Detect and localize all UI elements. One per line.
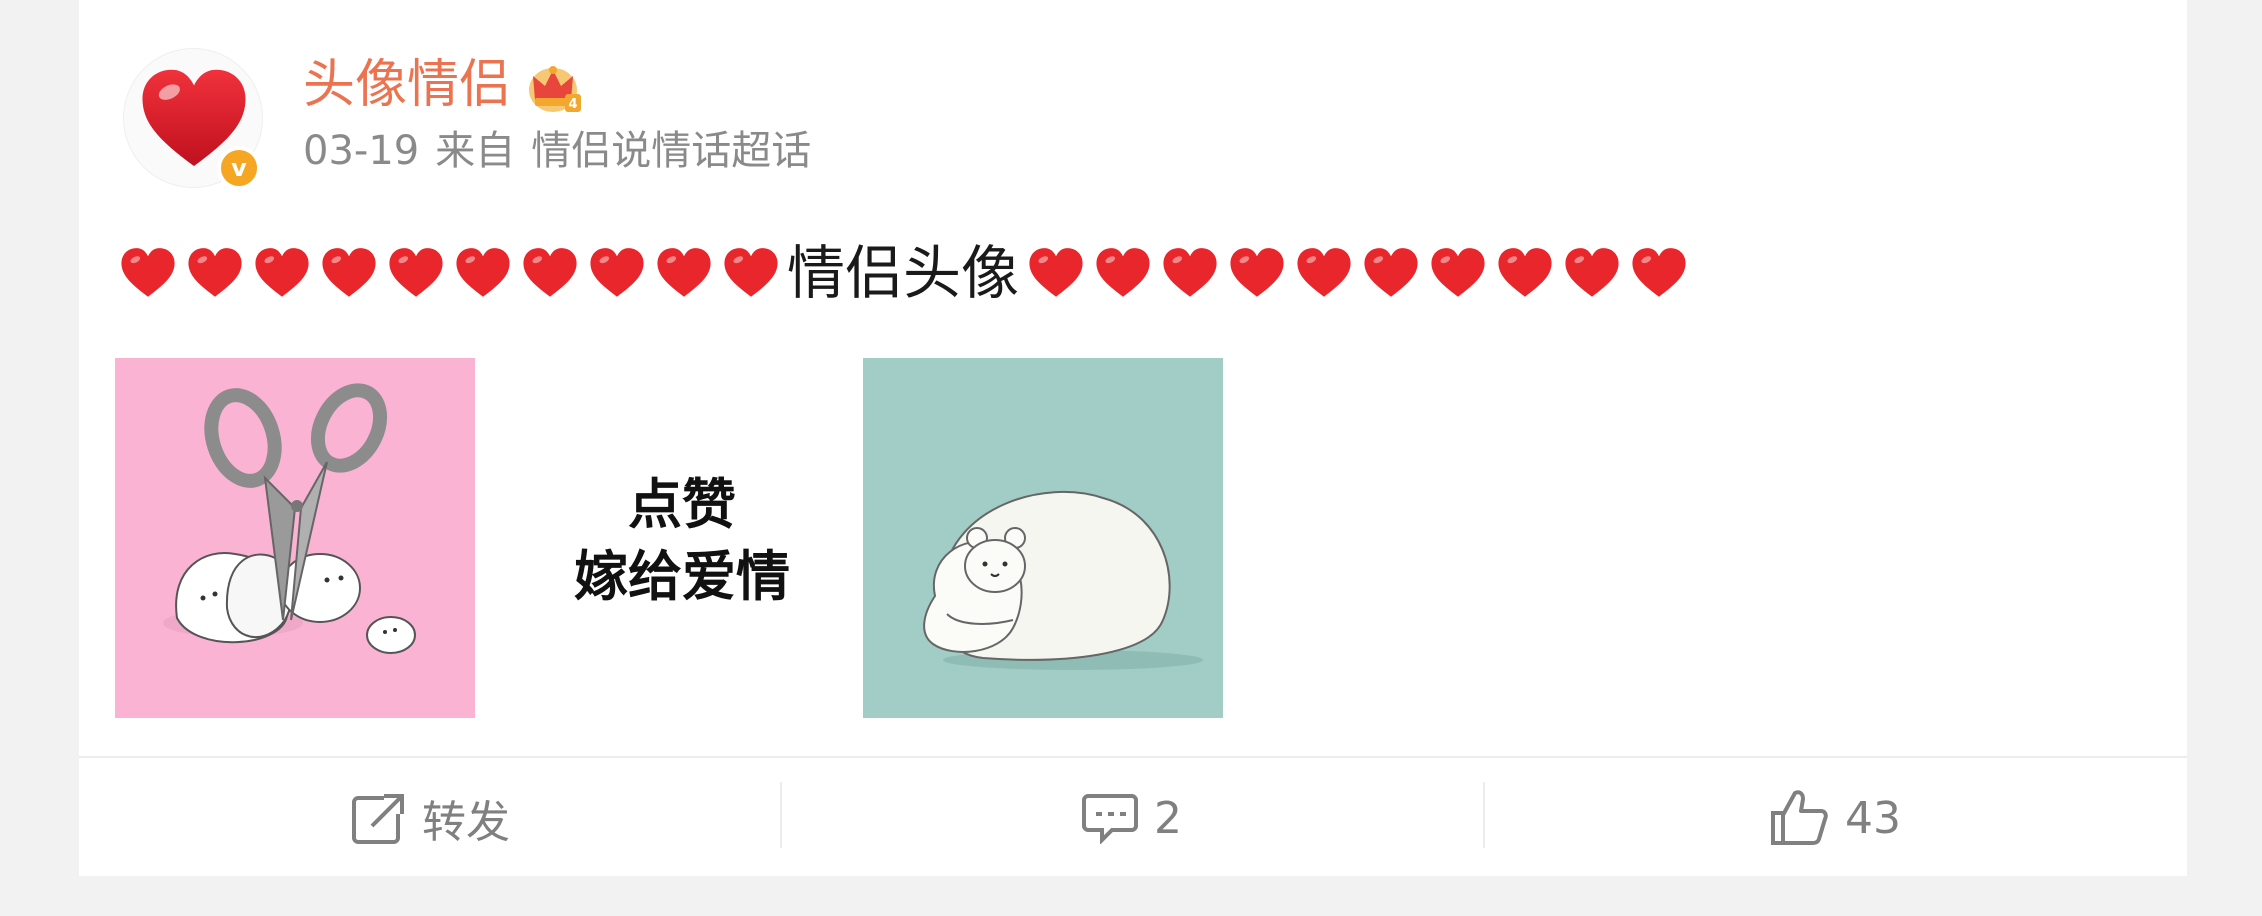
heart-emoji-icon [255,248,309,297]
post-card: v 头像情侣 4 03-19 来自 情侣说情话超话 情侣头像 点赞 嫁给爱情 转… [79,0,2187,876]
repost-label: 转发 [422,797,510,848]
heart-emoji-icon [456,248,510,297]
heart-emoji-icon [188,248,242,297]
heart-emoji-icon [1029,248,1083,297]
heart-emoji-icon [523,248,577,297]
heart-emoji-icon [389,248,443,297]
username[interactable]: 头像情侣 [303,52,511,118]
image-caption-line1: 点赞 [628,473,736,536]
thumbs-up-icon [1771,790,1828,845]
heart-emoji-icon [1632,248,1686,297]
verified-badge-icon: v [217,146,261,190]
post-meta: 03-19 来自 情侣说情话超话 [303,126,827,176]
heart-emoji-icon [1565,248,1619,297]
heart-emoji-icon [1364,248,1418,297]
post-text: 情侣头像 [119,238,1697,308]
heart-emoji-icon [121,248,175,297]
share-square-icon [352,794,404,844]
repost-button[interactable]: 转发 [79,770,781,866]
crown-icon[interactable]: 4 [525,60,585,116]
action-divider [79,756,2187,758]
scissors-illustration [163,383,416,654]
post-source[interactable]: 情侣说情话超话 [531,128,811,174]
heart-emoji-icon [1096,248,1150,297]
heart-emoji-icon [1163,248,1217,297]
image-caption-line2: 嫁给爱情 [574,545,790,608]
heart-emoji-group-before [119,247,789,299]
heart-emoji-icon [322,248,376,297]
heart-emoji-icon [1230,248,1284,297]
heart-emoji-icon [590,248,644,297]
comment-bubble-icon [1082,794,1138,844]
heart-emoji-group-after [1027,247,1697,299]
heart-emoji-icon [724,248,778,297]
svg-text:4: 4 [568,97,577,112]
like-button[interactable]: 43 [1483,770,2187,866]
post-image-3[interactable] [863,358,1223,718]
heart-emoji-icon [1498,248,1552,297]
source-prefix: 来自 [435,128,516,174]
heart-emoji-icon [1431,248,1485,297]
post-date[interactable]: 03-19 [303,128,419,174]
heart-emoji-icon [1297,248,1351,297]
post-image-2[interactable]: 点赞 嫁给爱情 [502,358,862,718]
like-count: 43 [1845,792,1901,844]
post-image-1[interactable] [115,358,475,718]
heart-emoji-icon [657,248,711,297]
comment-button[interactable]: 2 [781,770,1483,866]
bear-illustration [923,490,1203,670]
post-text-label: 情侣头像 [787,239,1020,307]
comment-count: 2 [1154,792,1182,844]
